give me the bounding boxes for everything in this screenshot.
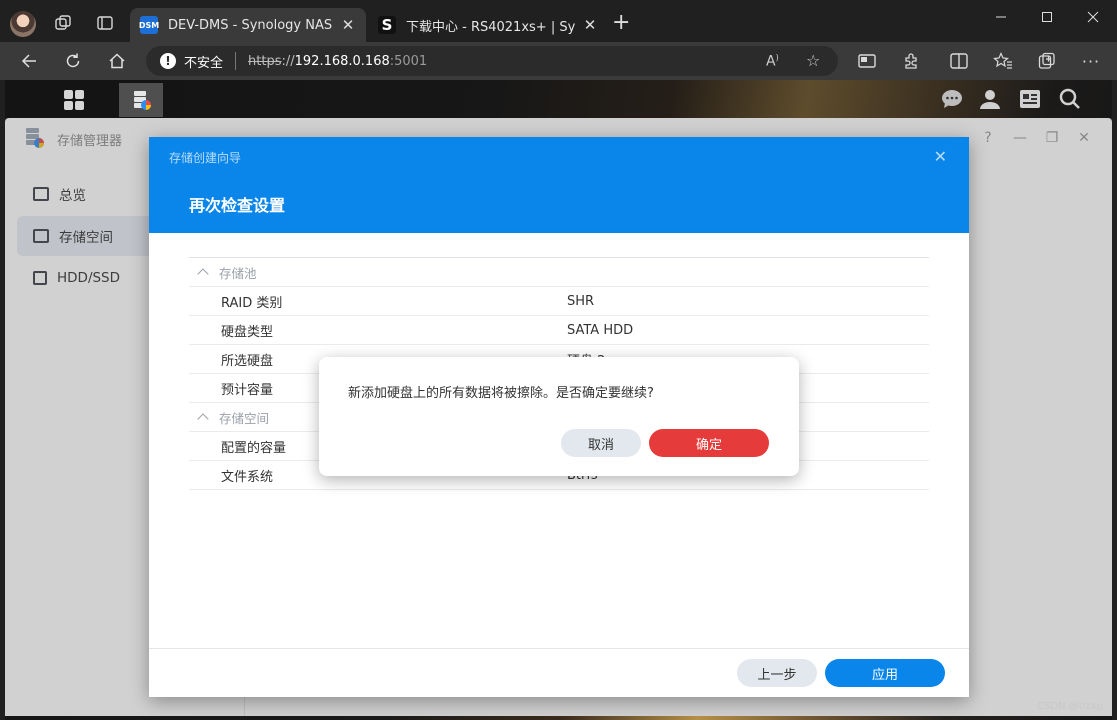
search-icon[interactable] [1057,86,1083,112]
wizard-header: 存储创建向导 ✕ 再次检查设置 [149,137,969,233]
maximize-icon[interactable] [1024,6,1070,28]
wizard-close-icon[interactable]: ✕ [934,147,947,166]
table-row: 硬盘类型 SATA HDD [189,316,929,345]
user-icon[interactable] [977,86,1003,112]
watermark: CSDN @tlzxp [1037,701,1103,712]
cancel-button[interactable]: 取消 [561,429,641,457]
warning-icon[interactable]: ! [160,53,176,69]
address-bar[interactable]: ! 不安全 https://192.168.0.168:5001 A) ☆ [146,46,838,76]
close-window-icon[interactable] [1070,6,1116,28]
new-tab-icon[interactable]: + [612,12,630,34]
apply-button[interactable]: 应用 [825,659,945,687]
section-storage-pool[interactable]: 存储池 [189,258,929,287]
extensions-icon[interactable] [900,50,922,72]
confirm-button[interactable]: 确定 [649,429,769,457]
main-menu-icon[interactable] [52,83,96,117]
tab-title: DEV-DMS - Synology NAS [168,17,333,33]
minimize-icon[interactable] [978,6,1024,28]
section-label: 存储空间 [219,410,270,426]
reading-view-icon[interactable] [856,50,878,72]
chevron-up-icon [197,268,209,280]
browser-titlebar: DSM DEV-DMS - Synology NAS ✕ S 下载中心 - RS… [0,0,1117,42]
tab-actions-icon[interactable] [94,12,116,34]
close-tab-icon[interactable]: ✕ [340,16,356,34]
section-label: 存储池 [219,265,257,281]
dsm-favicon-icon: DSM [139,16,159,34]
tab-download-center[interactable]: S 下载中心 - RS4021xs+ | Synology ✕ [368,8,608,42]
wizard-app-title: 存储创建向导 [169,151,242,165]
tab-dsm[interactable]: DSM DEV-DMS - Synology NAS ✕ [130,8,366,42]
chevron-up-icon [197,413,209,425]
address-divider [235,52,237,70]
previous-button[interactable]: 上一步 [737,659,817,687]
confirm-message: 新添加硬盘上的所有数据将被擦除。是否确定要继续? [348,386,654,401]
read-aloud-icon[interactable]: A) [766,53,779,70]
row-key: 硬盘类型 [221,324,274,340]
synology-favicon-icon: S [378,16,396,34]
favorite-star-icon[interactable]: ☆ [806,51,820,70]
favorites-icon[interactable] [992,50,1014,72]
wizard-step-title: 再次检查设置 [189,196,286,215]
collections-icon[interactable] [1036,50,1058,72]
more-menu-icon[interactable]: ··· [1080,50,1102,72]
profile-avatar[interactable] [10,11,36,37]
security-label[interactable]: 不安全 [184,52,223,71]
erase-confirm-dialog: 新添加硬盘上的所有数据将被擦除。是否确定要继续? 取消 确定 [319,357,799,476]
refresh-icon[interactable] [62,50,84,72]
row-value: SATA HDD [567,322,634,338]
url-text[interactable]: https://192.168.0.168:5001 [248,54,427,69]
browser-toolbar: ! 不安全 https://192.168.0.168:5001 A) ☆ ··… [0,42,1117,80]
home-icon[interactable] [106,50,128,72]
close-tab-icon[interactable]: ✕ [582,16,598,34]
chat-icon[interactable] [939,86,965,112]
wizard-footer: 上一步 应用 [149,648,969,697]
dsm-taskbar [5,80,1112,118]
back-icon[interactable] [18,50,40,72]
storage-manager-taskbar-icon[interactable] [119,83,163,117]
table-row: RAID 类别 SHR [189,287,929,316]
workspaces-icon[interactable] [52,12,74,34]
row-key: RAID 类别 [221,295,283,311]
tab-title: 下载中心 - RS4021xs+ | Synology [406,19,576,35]
widgets-icon[interactable] [1017,86,1043,112]
split-screen-icon[interactable] [948,50,970,72]
row-value: SHR [567,293,595,309]
